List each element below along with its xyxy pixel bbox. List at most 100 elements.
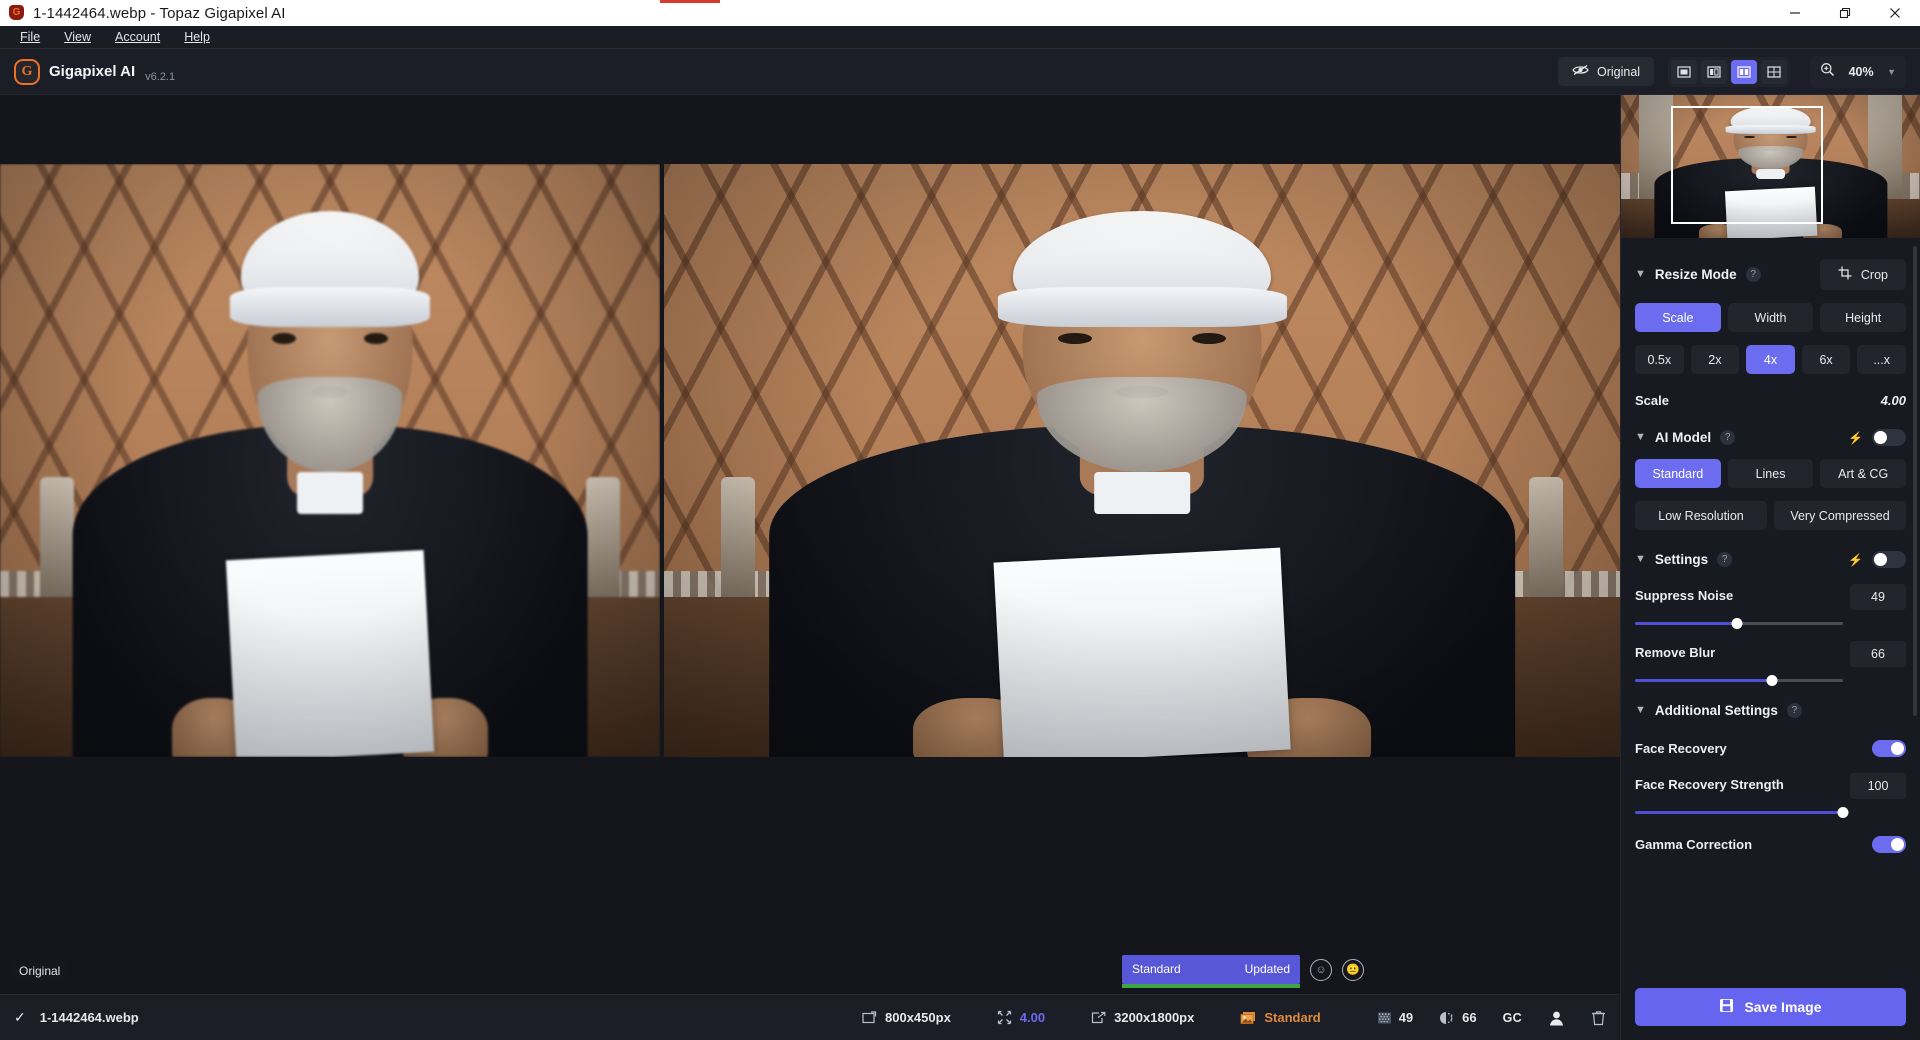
scale-group: 4.00	[997, 1010, 1045, 1025]
restore-icon[interactable]	[1820, 0, 1870, 26]
remove-blur-value[interactable]: 66	[1850, 641, 1906, 667]
smiley-happy-icon[interactable]: ☺	[1310, 958, 1332, 981]
ai-model-standard[interactable]: Standard	[1635, 459, 1721, 488]
menu-item-help[interactable]: Help	[172, 28, 222, 47]
save-image-label: Save Image	[1744, 999, 1822, 1015]
suppress-noise-slider[interactable]	[1635, 618, 1843, 629]
toggle-original-button[interactable]: Original	[1558, 57, 1655, 86]
suppress-noise-value[interactable]: 49	[1850, 584, 1906, 610]
resize-mode-width[interactable]: Width	[1727, 303, 1814, 332]
menu-item-account[interactable]: Account	[103, 28, 172, 47]
zoom-control[interactable]: 40% ▼	[1810, 55, 1906, 88]
scale-preset-6x[interactable]: 6x	[1801, 345, 1851, 374]
ai-model-auto-toggle[interactable]	[1872, 429, 1906, 446]
status-model-name: Standard	[1132, 962, 1181, 976]
ai-model-art-cg[interactable]: Art & CG	[1820, 459, 1907, 488]
image-comparison-area[interactable]: Original Standard Updated ☺ 😐	[0, 95, 1620, 994]
pane-preview[interactable]	[664, 164, 1620, 757]
ai-model-section-header[interactable]: ▼ AI Model ? ⚡	[1635, 429, 1906, 446]
scale-value: 4.00	[1880, 393, 1906, 408]
sidebar-scroll-region: ▼ Resize Mode ? Crop Scale Width Height …	[1621, 238, 1920, 976]
navigator-thumbnail[interactable]	[1621, 95, 1920, 238]
scale-preset-0-5x[interactable]: 0.5x	[1635, 345, 1684, 374]
view-mode-group	[1668, 56, 1791, 87]
save-image-button[interactable]: Save Image	[1635, 988, 1906, 1026]
face-recovery-toggle[interactable]	[1872, 740, 1906, 757]
additional-settings-help-icon[interactable]: ?	[1786, 703, 1802, 718]
image-size-icon	[862, 1010, 877, 1025]
resize-mode-scale[interactable]: Scale	[1635, 303, 1721, 332]
pane-original[interactable]	[0, 164, 660, 757]
face-recovery-strength-value[interactable]: 100	[1850, 773, 1906, 799]
scale-preset-2x[interactable]: 2x	[1690, 345, 1740, 374]
navigator-viewport-rect[interactable]	[1671, 106, 1823, 224]
chevron-down-icon[interactable]: ▼	[1635, 705, 1646, 716]
minimize-icon[interactable]	[1770, 0, 1820, 26]
main-body: Original Standard Updated ☺ 😐 ✓ 1-144246…	[0, 95, 1920, 1040]
chevron-down-icon[interactable]: ▼	[1635, 269, 1646, 280]
trash-icon[interactable]	[1591, 1010, 1606, 1026]
chevron-down-icon[interactable]: ▼	[1887, 67, 1896, 77]
additional-settings-section-header[interactable]: ▼ Additional Settings ?	[1635, 703, 1906, 718]
original-pane-label: Original	[11, 960, 69, 982]
photo-stack-icon	[1240, 1011, 1256, 1025]
settings-auto-toggle[interactable]	[1872, 551, 1906, 568]
save-disk-icon	[1719, 998, 1734, 1016]
brand-version: v6.2.1	[145, 70, 176, 83]
magnifier-plus-icon	[1820, 62, 1835, 82]
noise-group: 49	[1377, 1010, 1413, 1025]
upscaled-image	[664, 164, 1620, 757]
original-label: Original	[1597, 64, 1641, 79]
ai-model-lines[interactable]: Lines	[1727, 459, 1814, 488]
menu-item-view[interactable]: View	[52, 28, 103, 47]
lightning-icon: ⚡	[1848, 430, 1863, 445]
resize-mode-title: Resize Mode	[1654, 267, 1737, 282]
scale-presets: 0.5x 2x 4x 6x ...x	[1635, 345, 1906, 374]
settings-section-header[interactable]: ▼ Settings ? ⚡	[1635, 551, 1906, 568]
resize-help-icon[interactable]: ?	[1745, 267, 1761, 282]
resize-mode-height[interactable]: Height	[1820, 303, 1907, 332]
face-recovery-row: Face Recovery	[1635, 740, 1906, 757]
output-size-value: 3200x1800px	[1114, 1010, 1195, 1025]
settings-help-icon[interactable]: ?	[1717, 552, 1733, 567]
comparison-panes	[0, 164, 1620, 757]
topaz-shield-icon: G	[9, 5, 25, 21]
model-name: Standard	[1264, 1010, 1321, 1025]
face-recovery-icon[interactable]	[1548, 1010, 1565, 1026]
grid-pane-icon[interactable]	[1761, 59, 1788, 84]
face-recovery-strength-slider[interactable]	[1635, 807, 1849, 818]
gamma-correction-toggle[interactable]	[1872, 836, 1906, 853]
ai-model-help-icon[interactable]: ?	[1720, 430, 1736, 445]
ai-model-very-compressed[interactable]: Very Compressed	[1774, 501, 1906, 530]
suppress-noise-slider-block: Suppress Noise 49	[1635, 584, 1906, 629]
remove-blur-slider[interactable]	[1635, 675, 1843, 686]
remove-blur-slider-block: Remove Blur 66	[1635, 641, 1906, 686]
model-group: Standard	[1240, 1010, 1321, 1025]
gamma-correction-label: Gamma Correction	[1635, 837, 1753, 852]
scale-preset-4x[interactable]: 4x	[1746, 345, 1795, 374]
two-pane-icon[interactable]	[1701, 59, 1728, 84]
scale-preset-custom[interactable]: ...x	[1857, 345, 1906, 374]
process-status-badge: Standard Updated	[1122, 955, 1300, 988]
ai-model-low-resolution[interactable]: Low Resolution	[1635, 501, 1767, 530]
chevron-down-icon[interactable]: ▼	[1635, 432, 1646, 443]
crop-label: Crop	[1860, 267, 1888, 282]
sidebar-scrollbar[interactable]	[1913, 246, 1917, 716]
smiley-neutral-icon[interactable]: 😐	[1342, 958, 1364, 981]
close-icon[interactable]	[1870, 0, 1920, 26]
file-name: 1-1442464.webp	[39, 1010, 139, 1025]
blur-value: 66	[1462, 1010, 1477, 1025]
resize-mode-segments: Scale Width Height	[1635, 303, 1907, 332]
resize-mode-section-header[interactable]: ▼ Resize Mode ? Crop	[1635, 259, 1906, 290]
checkmark-icon[interactable]: ✓	[14, 1009, 26, 1026]
side-by-side-icon[interactable]	[1731, 59, 1758, 84]
app-toolbar: G Gigapixel AI v6.2.1 Original 40% ▼	[0, 49, 1920, 95]
face-recovery-strength-block: Face Recovery Strength 100	[1635, 773, 1906, 818]
chevron-down-icon[interactable]: ▼	[1635, 554, 1646, 565]
menu-item-file[interactable]: File	[8, 28, 52, 47]
lightning-icon: ⚡	[1848, 552, 1863, 567]
single-pane-icon[interactable]	[1671, 59, 1698, 84]
process-progress-bar	[1122, 984, 1300, 988]
crop-button[interactable]: Crop	[1819, 259, 1906, 290]
eye-off-icon	[1572, 64, 1589, 79]
